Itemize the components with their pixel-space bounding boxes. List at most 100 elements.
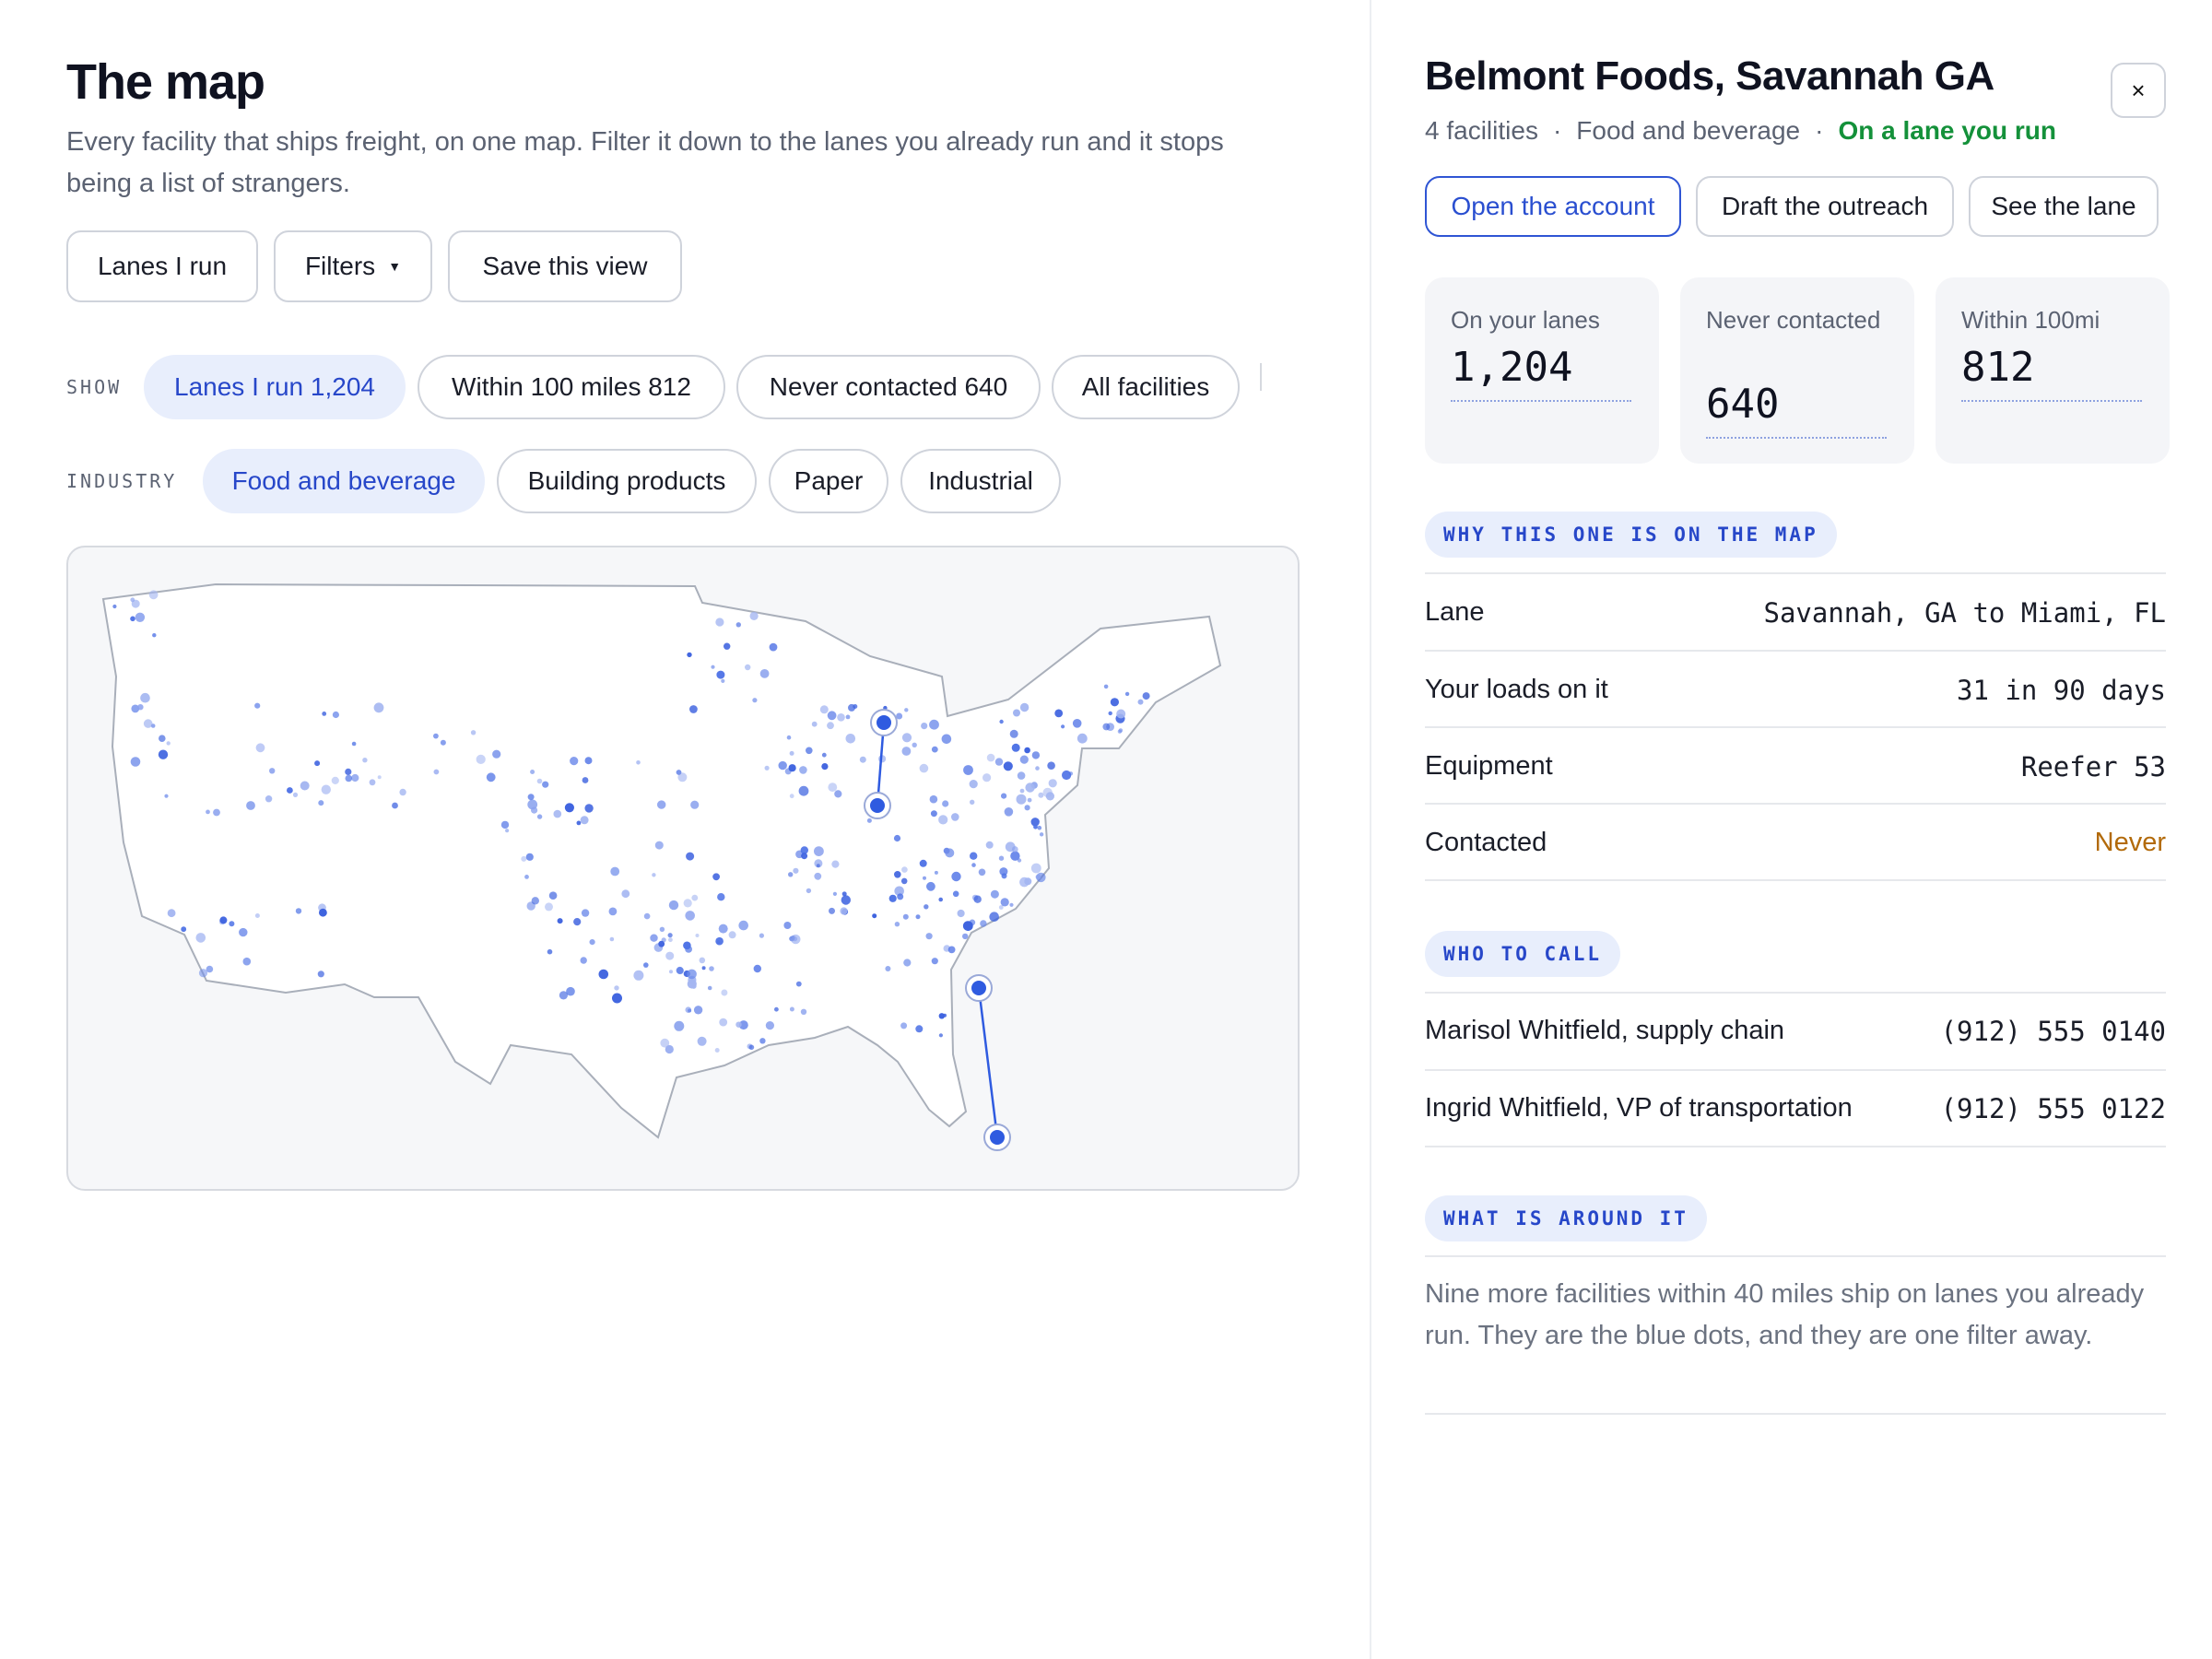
lane-endpoint[interactable] (971, 981, 986, 995)
facility-dot[interactable] (845, 714, 851, 720)
facility-dot[interactable] (1103, 684, 1109, 689)
facility-dot[interactable] (545, 902, 553, 912)
facility-dot[interactable] (150, 724, 156, 728)
facility-dot[interactable] (440, 739, 446, 746)
facility-dot[interactable] (643, 912, 651, 920)
facility-dot[interactable] (1030, 863, 1041, 874)
facility-dot[interactable] (1001, 793, 1007, 799)
facility-dot[interactable] (319, 908, 327, 917)
facility-dot[interactable] (1024, 747, 1030, 754)
facility-dot[interactable] (718, 924, 728, 934)
facility-dot[interactable] (848, 703, 855, 712)
facility-dot[interactable] (1035, 766, 1040, 771)
see-lane-button[interactable]: See the lane (1969, 176, 2159, 237)
facility-dot[interactable] (1024, 805, 1030, 811)
facility-dot[interactable] (531, 897, 539, 905)
facility-dot[interactable] (1061, 724, 1065, 729)
facility-dot[interactable] (934, 870, 938, 875)
facility-dot[interactable] (213, 808, 220, 817)
facility-dot[interactable] (938, 815, 948, 825)
facility-dot[interactable] (1045, 792, 1054, 801)
facility-dot[interactable] (970, 799, 975, 805)
facility-dot[interactable] (351, 741, 357, 747)
close-button[interactable]: × (2111, 63, 2166, 118)
facility-dot[interactable] (924, 904, 929, 910)
facility-dot[interactable] (158, 749, 169, 759)
facility-dot[interactable] (888, 894, 897, 902)
facility-dot[interactable] (695, 934, 700, 937)
facility-dot[interactable] (687, 652, 692, 658)
facility-dot[interactable] (778, 760, 787, 771)
facility-dot[interactable] (1117, 729, 1123, 734)
facility-dot[interactable] (841, 895, 851, 905)
facility-dot[interactable] (738, 920, 748, 931)
stat-value[interactable]: 1,204 (1451, 344, 1631, 402)
facility-dot[interactable] (321, 784, 331, 794)
facility-dot[interactable] (904, 708, 909, 712)
facility-dot[interactable] (931, 958, 938, 965)
facility-dot[interactable] (269, 768, 276, 774)
facility-dot[interactable] (715, 618, 724, 627)
facility-dot[interactable] (643, 962, 649, 968)
facility-dot[interactable] (941, 734, 952, 745)
contact-phone[interactable]: (912) 555 0140 (1941, 1016, 2166, 1047)
facility-dot[interactable] (1013, 709, 1020, 717)
facility-dot[interactable] (152, 633, 157, 638)
facility-dot[interactable] (1000, 898, 1009, 907)
facility-dot[interactable] (159, 735, 166, 742)
facility-dot[interactable] (530, 770, 535, 774)
facility-dot[interactable] (580, 957, 587, 964)
facility-dot[interactable] (1062, 770, 1072, 781)
facility-dot[interactable] (971, 863, 976, 867)
facility-dot[interactable] (1037, 825, 1042, 830)
facility-dot[interactable] (1116, 709, 1126, 719)
facility-dot[interactable] (314, 760, 321, 767)
facility-dot[interactable] (801, 853, 808, 860)
facility-dot[interactable] (719, 1018, 728, 1027)
facility-dot[interactable] (788, 872, 794, 877)
facility-dot[interactable] (998, 855, 1005, 861)
lanes-i-run-button[interactable]: Lanes I run (66, 230, 258, 302)
facility-dot[interactable] (921, 723, 928, 730)
lane-endpoint[interactable] (877, 715, 891, 730)
facility-dot[interactable] (1039, 832, 1044, 837)
facility-dot[interactable] (584, 757, 593, 765)
facility-dot[interactable] (789, 1006, 794, 1012)
facility-dot[interactable] (716, 670, 725, 679)
facility-dot[interactable] (492, 749, 501, 759)
facility-dot[interactable] (821, 752, 827, 758)
facility-dot[interactable] (553, 809, 562, 818)
facility-dot[interactable] (292, 792, 299, 797)
facility-dot[interactable] (689, 705, 698, 713)
facility-dot[interactable] (1142, 692, 1150, 700)
facility-dot[interactable] (831, 860, 840, 868)
facility-dot[interactable] (912, 742, 917, 747)
facility-dot[interactable] (1027, 797, 1032, 803)
stat-value[interactable]: 812 (1961, 344, 2142, 402)
facility-dot[interactable] (654, 841, 664, 850)
facility-dot[interactable] (166, 741, 171, 746)
facility-dot[interactable] (759, 669, 770, 678)
facility-dot[interactable] (693, 1006, 703, 1015)
facility-dot[interactable] (952, 890, 959, 898)
facility-dot[interactable] (525, 853, 534, 861)
facility-dot[interactable] (135, 612, 146, 622)
facility-dot[interactable] (345, 768, 352, 775)
facility-dot[interactable] (929, 794, 938, 804)
facility-dot[interactable] (658, 940, 665, 947)
facility-dot[interactable] (1016, 794, 1027, 805)
facility-dot[interactable] (1031, 751, 1041, 759)
facility-dot[interactable] (300, 781, 310, 791)
facility-dot[interactable] (683, 899, 692, 908)
facility-dot[interactable] (143, 719, 153, 728)
facility-dot[interactable] (665, 951, 675, 960)
facility-dot[interactable] (392, 802, 398, 809)
facility-dot[interactable] (806, 747, 813, 755)
facility-dot[interactable] (1137, 699, 1144, 705)
facility-dot[interactable] (130, 616, 135, 622)
facility-dot[interactable] (1011, 846, 1018, 853)
facility-dot[interactable] (915, 1025, 924, 1033)
facility-dot[interactable] (795, 981, 802, 987)
facility-dot[interactable] (969, 780, 978, 789)
facility-dot[interactable] (893, 834, 901, 842)
